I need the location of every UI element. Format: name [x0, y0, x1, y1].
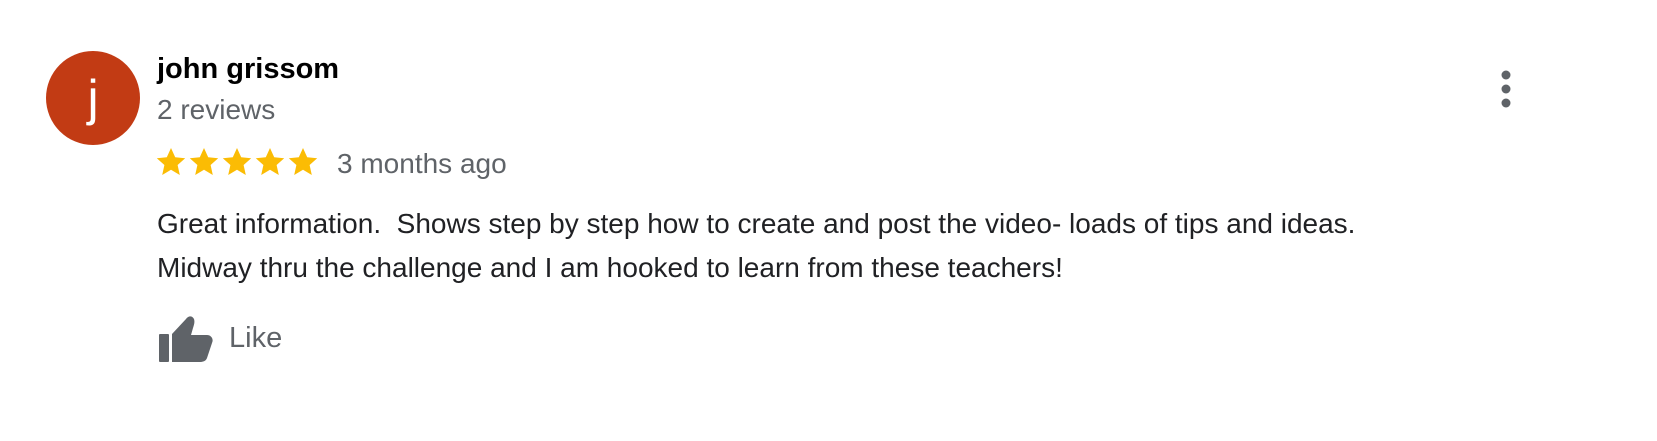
like-button[interactable]: Like [157, 310, 282, 366]
author-name[interactable]: john grissom [157, 52, 339, 86]
review-text: Great information. Shows step by step ho… [157, 202, 1537, 290]
avatar[interactable]: j [46, 51, 140, 145]
star-icon [189, 148, 219, 175]
star-icon [222, 148, 252, 175]
star-icon [255, 148, 285, 175]
star-rating [155, 146, 319, 178]
star-icon [288, 148, 318, 175]
avatar-initial: j [87, 70, 99, 126]
star-icon [156, 148, 186, 175]
review-text-line: Midway thru the challenge and I am hooke… [157, 252, 1063, 283]
more-vertical-icon [1501, 70, 1511, 108]
like-label: Like [229, 322, 283, 354]
thumbs-up-icon [159, 316, 213, 362]
review-time: 3 months ago [337, 148, 507, 179]
review-text-line: Great information. Shows step by step ho… [157, 208, 1356, 239]
more-options-button[interactable] [1488, 66, 1524, 112]
author-review-count: 2 reviews [157, 94, 276, 125]
review-card: j john grissom 2 reviews 3 months ago Gr… [0, 0, 1657, 441]
